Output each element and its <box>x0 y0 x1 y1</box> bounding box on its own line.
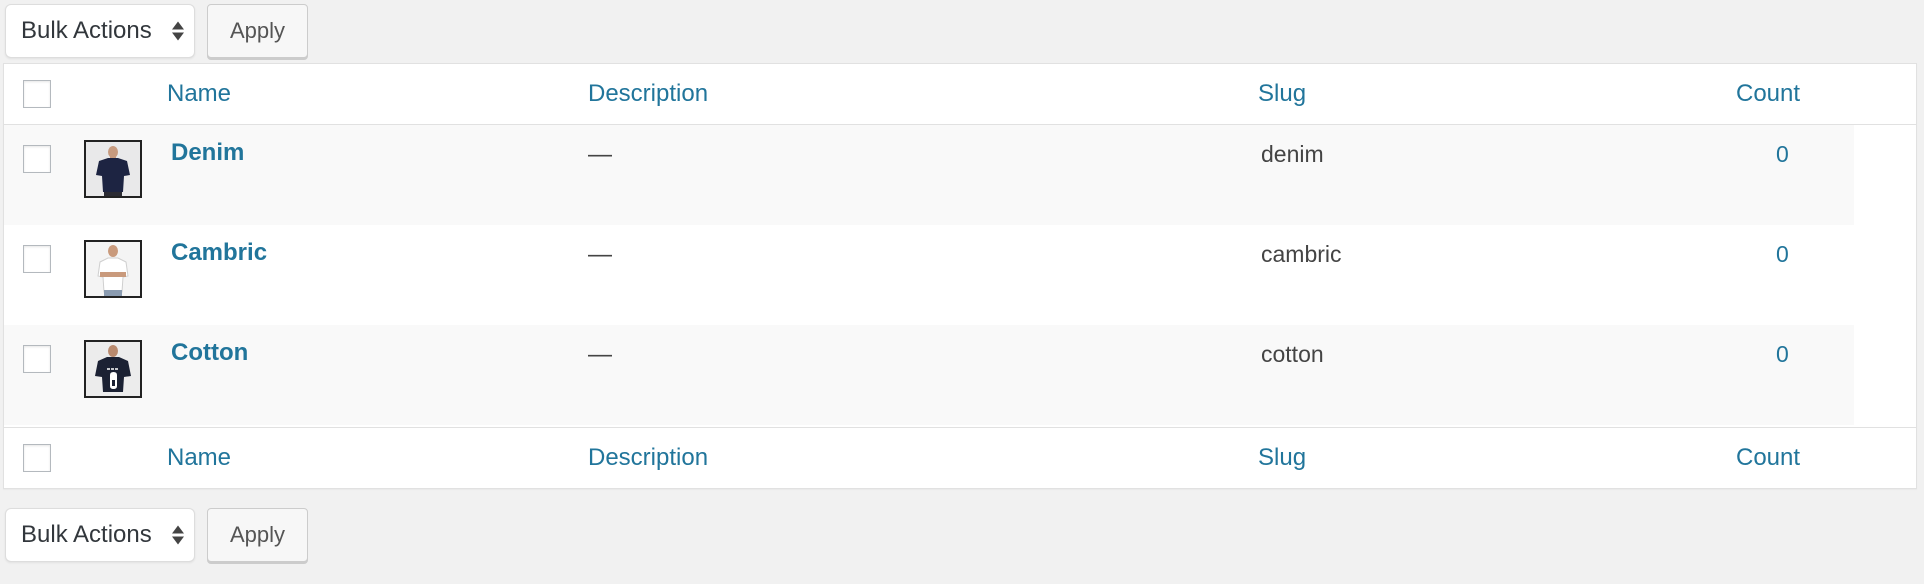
column-description-sort-link[interactable]: Description <box>588 64 708 124</box>
column-slug-sort-link[interactable]: Slug <box>1258 64 1306 124</box>
bulk-actions-select[interactable]: Bulk Actions <box>5 4 195 58</box>
select-arrows-icon <box>172 21 184 41</box>
table-header: Name Description Slug Count <box>4 64 1916 125</box>
bulk-actions-bar-top: Bulk Actions Apply <box>5 3 308 59</box>
bulk-actions-bar-bottom: Bulk Actions Apply <box>5 507 308 563</box>
row-description: — <box>588 341 612 368</box>
apply-button-bottom[interactable]: Apply <box>207 508 308 562</box>
row-slug: denim <box>1261 141 1324 167</box>
table-footer: Name Description Slug Count <box>4 427 1916 488</box>
table-row: Cotton — cotton 0 <box>4 325 1854 425</box>
number-tshirt-icon <box>84 340 142 398</box>
column-slug-sort-link-footer[interactable]: Slug <box>1258 428 1306 488</box>
column-description-sort-link-footer[interactable]: Description <box>588 428 708 488</box>
row-slug: cambric <box>1261 241 1342 267</box>
column-count-sort-link-footer[interactable]: Count <box>1736 428 1800 488</box>
select-arrows-icon <box>172 525 184 545</box>
apply-button[interactable]: Apply <box>207 4 308 58</box>
bulk-actions-select-value: Bulk Actions <box>21 17 152 44</box>
column-name-sort-link[interactable]: Name <box>167 64 231 124</box>
select-all-checkbox[interactable] <box>23 80 51 108</box>
table-row: Cambric — cambric 0 <box>4 225 1854 325</box>
table-body: Denim — denim 0 Cambric — cambric 0 Cott… <box>4 125 1916 427</box>
row-checkbox[interactable] <box>23 145 51 173</box>
select-all-checkbox-footer[interactable] <box>23 444 51 472</box>
bulk-actions-select-bottom[interactable]: Bulk Actions <box>5 508 195 562</box>
bulk-actions-select-value: Bulk Actions <box>21 521 152 548</box>
row-count-link[interactable]: 0 <box>1776 141 1789 168</box>
row-count-link[interactable]: 0 <box>1776 241 1789 268</box>
table-row: Denim — denim 0 <box>4 125 1854 225</box>
row-slug: cotton <box>1261 341 1324 367</box>
column-name-sort-link-footer[interactable]: Name <box>167 428 231 488</box>
row-count-link[interactable]: 0 <box>1776 341 1789 368</box>
row-name-link[interactable]: Cotton <box>171 339 248 367</box>
row-description: — <box>588 141 612 168</box>
row-checkbox[interactable] <box>23 345 51 373</box>
row-checkbox[interactable] <box>23 245 51 273</box>
row-name-link[interactable]: Denim <box>171 139 244 167</box>
column-count-sort-link[interactable]: Count <box>1736 64 1800 124</box>
row-name-link[interactable]: Cambric <box>171 239 267 267</box>
terms-table: Name Description Slug Count Denim — deni… <box>3 63 1917 489</box>
white-tshirt-icon <box>84 240 142 298</box>
row-description: — <box>588 241 612 268</box>
dark-tshirt-icon <box>84 140 142 198</box>
